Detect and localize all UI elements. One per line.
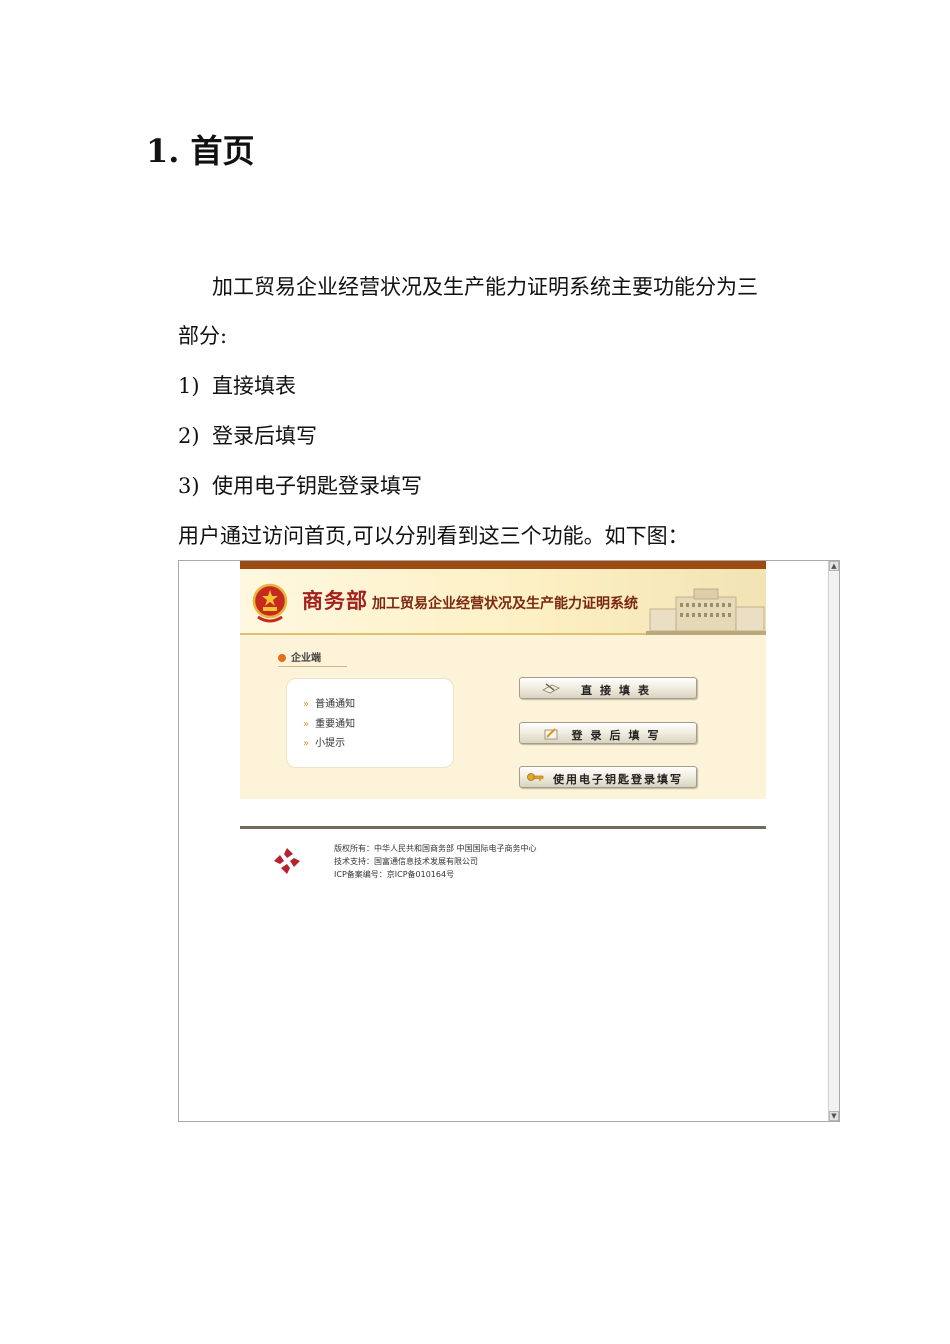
- notice-panel: » 普通通知 » 重要通知 » 小提示: [286, 678, 454, 768]
- footer-divider: [240, 826, 766, 829]
- ec-center-logo-icon: [274, 848, 300, 874]
- notice-label: 小提示: [315, 738, 346, 749]
- outro-paragraph: 用户通过访问首页,可以分别看到这三个功能。如下图：: [178, 524, 689, 548]
- list-text: 使用电子钥匙登录填写: [212, 474, 422, 498]
- section-tab-enterprise[interactable]: 企业端: [278, 649, 347, 667]
- site-container: 商务部 加工贸易企业经营状况及生产能力证明系统 企业端 » 普通通知 » 重要通…: [240, 561, 766, 799]
- ekey-fill-label: 使用电子钥匙登录填写: [553, 773, 683, 786]
- scroll-up-arrow-icon[interactable]: ▲: [829, 561, 839, 571]
- page-heading: 1. 首页: [146, 132, 255, 170]
- homepage-screenshot: 商务部 加工贸易企业经营状况及生产能力证明系统 企业端 » 普通通知 » 重要通…: [178, 560, 840, 1122]
- list-text: 登录后填写: [212, 424, 317, 448]
- list-item: 2) 登录后填写: [178, 421, 317, 451]
- intro-paragraph: 加工贸易企业经营状况及生产能力证明系统主要功能分为三: [212, 275, 758, 299]
- notice-link-general[interactable]: » 普通通知: [303, 695, 355, 710]
- direct-fill-button[interactable]: 直接填表: [519, 677, 697, 699]
- direct-fill-label: 直接填表: [581, 684, 657, 697]
- list-text: 直接填表: [212, 374, 296, 398]
- list-number: 1): [178, 374, 200, 398]
- bullet-icon: [278, 654, 286, 662]
- intro-paragraph-continued: 部分:: [178, 324, 228, 348]
- footer-copyright: 版权所有：中华人民共和国商务部 中国国际电子商务中心: [334, 844, 537, 853]
- list-item: 1) 直接填表: [178, 371, 296, 401]
- footer-info: 版权所有：中华人民共和国商务部 中国国际电子商务中心 技术支持：国富通信息技术发…: [334, 842, 537, 881]
- ministry-name: 商务部: [302, 588, 368, 613]
- list-number: 2): [178, 424, 200, 448]
- footer-icp[interactable]: ICP备案编号：京ICP备010164号: [334, 868, 537, 881]
- list-number: 3): [178, 474, 200, 498]
- vertical-scrollbar[interactable]: ▲ ▼: [828, 561, 839, 1121]
- building-icon: [646, 588, 766, 635]
- system-title: 加工贸易企业经营状况及生产能力证明系统: [372, 596, 638, 612]
- ekey-fill-button[interactable]: 使用电子钥匙登录填写: [519, 766, 697, 788]
- double-chevron-icon: »: [303, 719, 310, 730]
- national-emblem-icon: [252, 583, 288, 623]
- notice-label: 普通通知: [315, 699, 356, 710]
- login-fill-label: 登录后填写: [571, 729, 667, 742]
- double-chevron-icon: »: [303, 699, 310, 710]
- double-chevron-icon: »: [303, 738, 310, 749]
- notice-label: 重要通知: [315, 719, 356, 730]
- site-banner: 商务部 加工贸易企业经营状况及生产能力证明系统: [240, 561, 766, 635]
- list-item: 3) 使用电子钥匙登录填写: [178, 471, 422, 501]
- notice-link-tips[interactable]: » 小提示: [303, 734, 345, 749]
- section-tab-label: 企业端: [291, 653, 321, 664]
- notice-link-important[interactable]: » 重要通知: [303, 715, 355, 730]
- footer-support: 技术支持：国富通信息技术发展有限公司: [334, 857, 478, 866]
- scroll-down-arrow-icon[interactable]: ▼: [829, 1111, 839, 1121]
- login-fill-button[interactable]: 登录后填写: [519, 722, 697, 744]
